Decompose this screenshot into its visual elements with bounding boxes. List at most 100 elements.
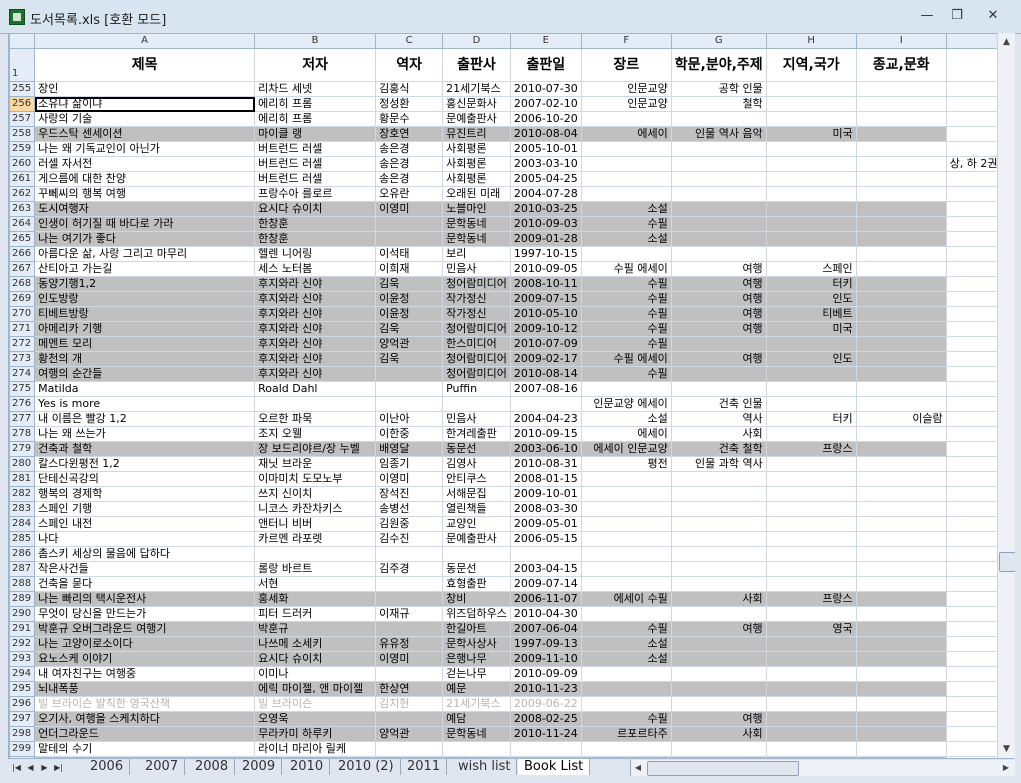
cell-a[interactable]: 뇌내폭풍 bbox=[34, 681, 256, 697]
cell-e[interactable]: 2009-05-01 bbox=[509, 516, 582, 532]
column-header-f[interactable]: F bbox=[580, 33, 672, 49]
cell-h[interactable]: 터키 bbox=[765, 276, 857, 292]
cell-c[interactable] bbox=[375, 711, 444, 727]
cell-f[interactable] bbox=[580, 516, 672, 532]
cell-g[interactable]: 사회 bbox=[670, 726, 767, 742]
cell-b[interactable]: 피터 드러커 bbox=[254, 606, 377, 622]
cell-d[interactable]: 은행나무 bbox=[442, 651, 511, 667]
cell-c[interactable] bbox=[375, 381, 444, 397]
cell-e[interactable]: 2010-07-09 bbox=[509, 336, 582, 352]
select-all-corner[interactable] bbox=[9, 33, 36, 49]
column-header-i[interactable]: I bbox=[855, 33, 947, 49]
cell-i[interactable] bbox=[855, 186, 947, 202]
cell-d[interactable] bbox=[442, 546, 511, 562]
cell-i[interactable] bbox=[855, 171, 947, 187]
cell-b[interactable]: 한창훈 bbox=[254, 216, 377, 232]
cell-f[interactable] bbox=[580, 561, 672, 577]
cell-d[interactable] bbox=[442, 741, 511, 757]
cell-e[interactable]: 2010-09-09 bbox=[509, 666, 582, 682]
cell-e[interactable]: 2006-10-20 bbox=[509, 111, 582, 127]
cell-a[interactable]: 촘스키 세상의 물음에 답하다 bbox=[34, 546, 256, 562]
cell-h[interactable] bbox=[765, 201, 857, 217]
cell-h[interactable] bbox=[765, 636, 857, 652]
cell-c[interactable] bbox=[375, 591, 444, 607]
cell-i[interactable]: 종교,문화 bbox=[855, 48, 947, 82]
cell-f[interactable]: 수필 bbox=[580, 291, 672, 307]
cell-i[interactable] bbox=[855, 486, 947, 502]
cell-e[interactable]: 2010-08-04 bbox=[509, 126, 582, 142]
cell-f[interactable]: 에세이 수필 bbox=[580, 591, 672, 607]
cell-c[interactable]: 송은경 bbox=[375, 171, 444, 187]
cell-e[interactable]: 2008-10-11 bbox=[509, 276, 582, 292]
cell-e[interactable]: 2005-10-01 bbox=[509, 141, 582, 157]
row-header[interactable]: 259 bbox=[9, 141, 36, 157]
cell-f[interactable]: 수필 에세이 bbox=[580, 261, 672, 277]
horizontal-scrollbar[interactable]: ◀ ▶ bbox=[630, 760, 1015, 776]
sheet-tab[interactable]: 2008 bbox=[189, 759, 236, 775]
cell-b[interactable]: 앤터니 비버 bbox=[254, 516, 377, 532]
cell-d[interactable]: 민음사 bbox=[442, 411, 511, 427]
cell-a[interactable]: 도시여행자 bbox=[34, 201, 256, 217]
cell-b[interactable]: 오영욱 bbox=[254, 711, 377, 727]
close-icon[interactable]: ✕ bbox=[984, 8, 1002, 24]
row-header[interactable]: 274 bbox=[9, 366, 36, 382]
cell-g[interactable]: 여행 bbox=[670, 306, 767, 322]
cell-c[interactable] bbox=[375, 231, 444, 247]
cell-h[interactable]: 지역,국가 bbox=[765, 48, 857, 82]
cell-e[interactable] bbox=[509, 546, 582, 562]
cell-f[interactable]: 에세이 bbox=[580, 426, 672, 442]
cell-c[interactable] bbox=[375, 546, 444, 562]
cell-a[interactable]: 내 여자친구는 여행중 bbox=[34, 666, 256, 682]
row-header[interactable]: 258 bbox=[9, 126, 36, 142]
cell-i[interactable] bbox=[855, 306, 947, 322]
cell-e[interactable] bbox=[509, 741, 582, 757]
cell-e[interactable]: 2007-02-10 bbox=[509, 96, 582, 112]
cell-a[interactable]: 우드스탁 센세이션 bbox=[34, 126, 256, 142]
cell-d[interactable]: 뮤진트리 bbox=[442, 126, 511, 142]
cell-f[interactable]: 소설 bbox=[580, 411, 672, 427]
cell-b[interactable]: 세스 노터봄 bbox=[254, 261, 377, 277]
cell-a[interactable]: 산티아고 가는길 bbox=[34, 261, 256, 277]
cell-a[interactable]: 여행의 순간들 bbox=[34, 366, 256, 382]
cell-h[interactable] bbox=[765, 561, 857, 577]
cell-b[interactable]: 후지와라 신야 bbox=[254, 306, 377, 322]
cell-h[interactable] bbox=[765, 141, 857, 157]
cell-b[interactable]: 버트런드 러셀 bbox=[254, 156, 377, 172]
cell-h[interactable] bbox=[765, 546, 857, 562]
cell-f[interactable]: 소설 bbox=[580, 636, 672, 652]
scroll-down-icon[interactable]: ▼ bbox=[999, 741, 1014, 757]
cell-g[interactable] bbox=[670, 186, 767, 202]
cell-f[interactable]: 에세이 bbox=[580, 126, 672, 142]
cell-i[interactable] bbox=[855, 501, 947, 517]
cell-a[interactable]: 장인 bbox=[34, 81, 256, 97]
cell-d[interactable]: Puffin bbox=[442, 381, 511, 397]
cell-h[interactable] bbox=[765, 666, 857, 682]
row-header[interactable]: 262 bbox=[9, 186, 36, 202]
cell-c[interactable]: 이영미 bbox=[375, 471, 444, 487]
cell-a[interactable]: 단테신곡강의 bbox=[34, 471, 256, 487]
cell-f[interactable] bbox=[580, 606, 672, 622]
cell-i[interactable] bbox=[855, 141, 947, 157]
cell-g[interactable] bbox=[670, 111, 767, 127]
cell-h[interactable] bbox=[765, 381, 857, 397]
cell-g[interactable] bbox=[670, 156, 767, 172]
cell-e[interactable]: 2010-11-24 bbox=[509, 726, 582, 742]
spreadsheet-grid[interactable]: ABCDEFGHI 1 제목 저자 역자 출판사 출판일 장르 학문,분야,주제 지역,국가 종교… bbox=[8, 33, 1015, 758]
cell-f[interactable]: 수필 에세이 bbox=[580, 351, 672, 367]
cell-c[interactable]: 김욱 bbox=[375, 351, 444, 367]
cell-d[interactable]: 문예출판사 bbox=[442, 111, 511, 127]
cell-d[interactable]: 문학동네 bbox=[442, 726, 511, 742]
cell-g[interactable] bbox=[670, 666, 767, 682]
cell-g[interactable] bbox=[670, 546, 767, 562]
cell-e[interactable]: 2010-09-03 bbox=[509, 216, 582, 232]
cell-i[interactable] bbox=[855, 726, 947, 742]
cell-e[interactable]: 2010-07-30 bbox=[509, 81, 582, 97]
cell-h[interactable]: 미국 bbox=[765, 321, 857, 337]
cell-f[interactable] bbox=[580, 531, 672, 547]
cell-g[interactable]: 여행 bbox=[670, 351, 767, 367]
row-header[interactable]: 270 bbox=[9, 306, 36, 322]
cell-h[interactable]: 프랑스 bbox=[765, 441, 857, 457]
cell-b[interactable]: 마이클 랭 bbox=[254, 126, 377, 142]
column-header-h[interactable]: H bbox=[765, 33, 857, 49]
cell-g[interactable] bbox=[670, 696, 767, 712]
